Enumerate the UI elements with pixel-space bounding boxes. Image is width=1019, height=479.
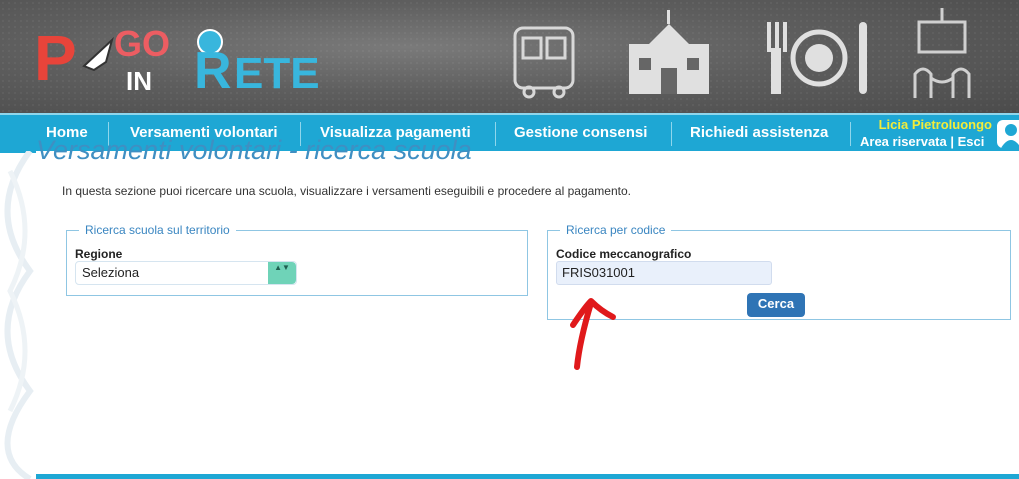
search-button[interactable]: Cerca xyxy=(747,293,805,317)
code-input[interactable]: FRIS031001 xyxy=(556,261,772,285)
nav-separator xyxy=(495,122,496,146)
school-building-icon xyxy=(629,10,709,94)
main-content: In questa sezione puoi ricercare una scu… xyxy=(36,151,1019,475)
user-name: Licia Pietroluongo xyxy=(878,117,992,132)
select-arrows-icon[interactable]: ▲▼ xyxy=(268,262,296,284)
territory-search-fieldset: Ricerca scuola sul territorio Regione Se… xyxy=(66,223,528,296)
region-select[interactable]: Seleziona ▲▼ xyxy=(75,261,297,285)
nav-item-richiedi-assistenza[interactable]: Richiedi assistenza xyxy=(690,115,828,153)
content-bottom-border xyxy=(36,474,1019,479)
territory-search-legend: Ricerca scuola sul territorio xyxy=(79,223,236,237)
cutlery-icon xyxy=(767,22,867,94)
region-select-value: Seleziona xyxy=(82,265,140,280)
side-decoration xyxy=(4,151,34,479)
museum-painting-icon xyxy=(913,8,971,98)
pago-in-rete-logo[interactable]: P GO IN R ETE xyxy=(34,14,334,100)
code-label: Codice meccanografico xyxy=(556,247,692,261)
logo-ete: ETE xyxy=(234,49,320,98)
red-annotation-arrow-icon xyxy=(570,298,616,370)
logo-letter-p: P xyxy=(34,22,77,94)
nav-item-gestione-consensi[interactable]: Gestione consensi xyxy=(514,115,647,153)
code-input-value: FRIS031001 xyxy=(562,265,635,280)
region-label: Regione xyxy=(75,247,123,261)
logo-go: GO xyxy=(114,23,170,64)
logout-link[interactable]: Esci xyxy=(958,134,985,149)
user-links-separator: | xyxy=(950,134,954,149)
nav-separator xyxy=(850,122,851,146)
code-search-legend: Ricerca per codice xyxy=(560,223,672,237)
header-banner: P GO IN R ETE xyxy=(0,0,1019,118)
page-title: Versamenti volontari - ricerca scuola xyxy=(36,135,472,165)
nav-separator xyxy=(671,122,672,146)
user-links: Area riservata | Esci xyxy=(860,134,984,149)
logo-letter-r: R xyxy=(194,42,232,100)
header-icons xyxy=(513,8,971,99)
user-avatar-icon[interactable] xyxy=(997,120,1019,148)
intro-text: In questa sezione puoi ricercare una scu… xyxy=(62,184,631,198)
cursor-icon xyxy=(82,36,114,72)
bus-icon xyxy=(513,26,575,99)
reserved-area-link[interactable]: Area riservata xyxy=(860,134,947,149)
logo-in: IN xyxy=(126,66,152,96)
